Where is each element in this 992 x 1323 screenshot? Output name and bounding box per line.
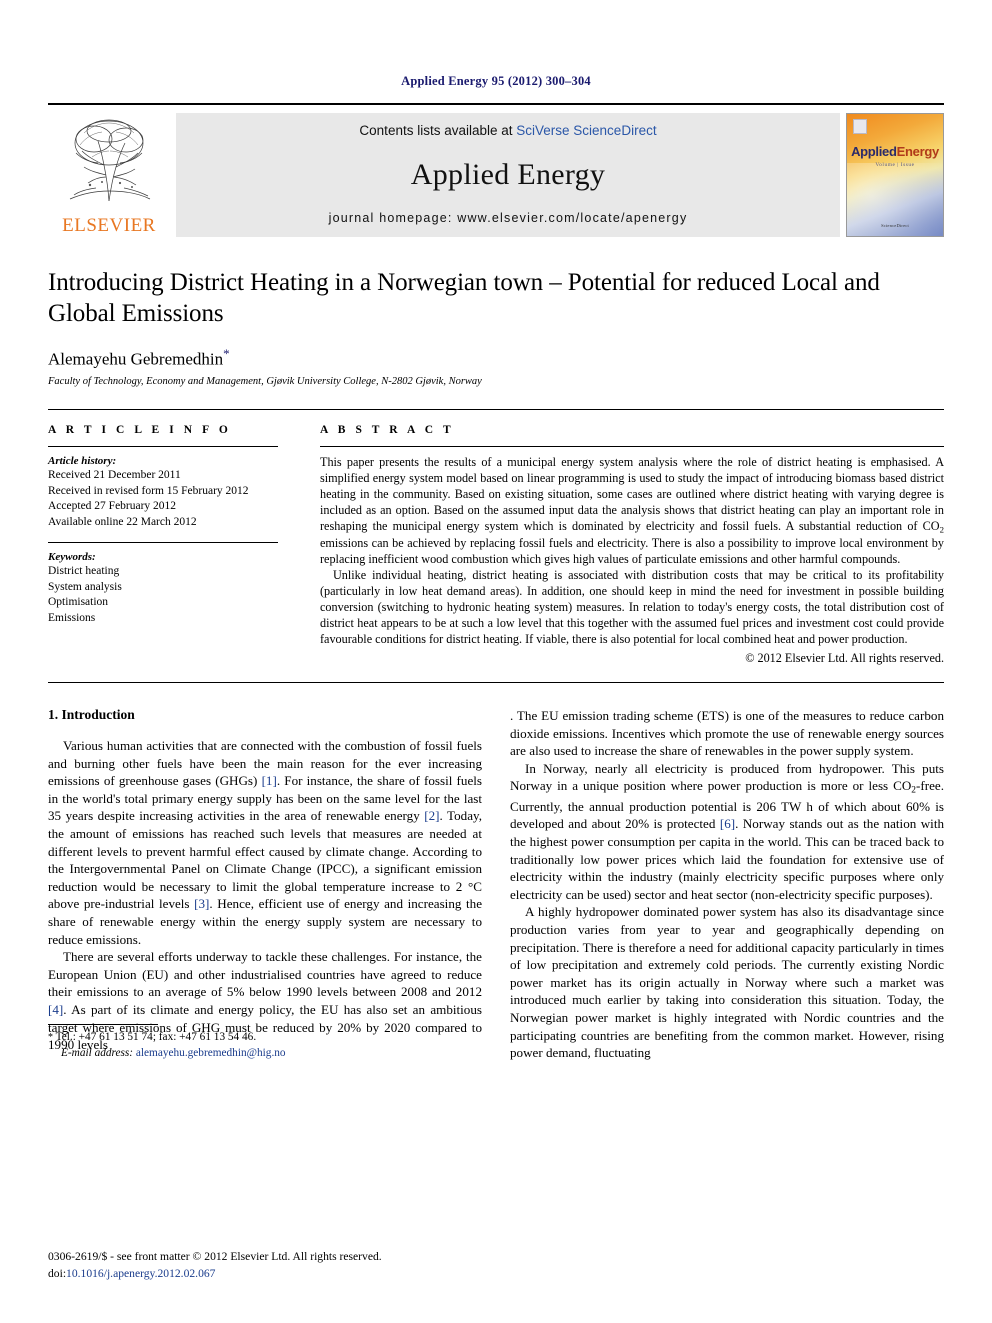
- doi-line: doi:10.1016/j.apenergy.2012.02.067: [48, 1266, 382, 1283]
- footnote-divider: [48, 1024, 158, 1026]
- email-address-link[interactable]: alemayehu.gebremedhin@hig.no: [136, 1047, 286, 1059]
- sciencedirect-link[interactable]: SciVerse ScienceDirect: [516, 123, 656, 138]
- article-info-divider: [48, 446, 278, 448]
- citation-ref-1[interactable]: [1]: [262, 773, 277, 788]
- keyword-item: System analysis: [48, 580, 122, 593]
- body-column-left: 1. Introduction Various human activities…: [48, 707, 482, 1062]
- citation-ref-4[interactable]: [4]: [48, 1002, 63, 1017]
- paper-page: Applied Energy 95 (2012) 300–304 ELSEVIE…: [0, 0, 992, 1323]
- footnote-area: * Tel.: +47 61 13 51 74; fax: +47 61 13 …: [48, 1024, 482, 1062]
- article-info-column: A R T I C L E I N F O Article history: R…: [48, 424, 300, 666]
- journal-homepage-line[interactable]: journal homepage: www.elsevier.com/locat…: [329, 211, 688, 225]
- author-name: Alemayehu Gebremedhin: [48, 349, 224, 369]
- imprint-block: 0306-2619/$ - see front matter © 2012 El…: [48, 1249, 382, 1283]
- journal-masthead: ELSEVIER Contents lists available at Sci…: [48, 103, 944, 237]
- keywords-divider: [48, 542, 278, 544]
- abstract-text-a: This paper presents the results of a mun…: [320, 455, 944, 534]
- cover-subtitle: Volume | Issue: [875, 162, 915, 168]
- cover-footer: ScienceDirect: [881, 223, 909, 228]
- doi-link[interactable]: 10.1016/j.apenergy.2012.02.067: [66, 1267, 215, 1280]
- body-column-right: . The EU emission trading scheme (ETS) i…: [510, 707, 944, 1062]
- doi-label: doi:: [48, 1267, 67, 1281]
- cover-title-applied: Applied: [851, 144, 897, 159]
- elsevier-wordmark: ELSEVIER: [62, 215, 156, 236]
- article-history-item: Accepted 27 February 2012: [48, 500, 177, 513]
- cover-title-energy: Energy: [896, 144, 940, 159]
- info-abstract-band: A R T I C L E I N F O Article history: R…: [48, 409, 944, 683]
- keywords-label: Keywords:: [48, 551, 96, 564]
- intro-p3-a: In Norway, nearly all electricity is pro…: [510, 760, 944, 794]
- footnote-tel-text: Tel.: +47 61 13 51 74; fax: +47 61 13 54…: [55, 1031, 257, 1044]
- abstract-paragraph: This paper presents the results of a mun…: [320, 455, 944, 568]
- cover-title: AppliedEnergy: [847, 144, 943, 159]
- email-address-label: E-mail address:: [61, 1047, 134, 1060]
- intro-paragraph-3: In Norway, nearly all electricity is pro…: [510, 760, 944, 904]
- abstract-co2-subscript: 2: [939, 524, 944, 535]
- article-history-item: Received in revised form 15 February 201…: [48, 484, 249, 497]
- keyword-item: Emissions: [48, 611, 96, 624]
- article-history-item: Received 21 December 2011: [48, 469, 181, 482]
- author-affiliation: Faculty of Technology, Economy and Manag…: [48, 376, 482, 388]
- page-title: Introducing District Heating in a Norweg…: [48, 269, 880, 328]
- elsevier-logo: ELSEVIER: [48, 113, 170, 237]
- keyword-item: District heating: [48, 565, 120, 578]
- intro-p2-a: There are several efforts underway to ta…: [48, 949, 482, 1000]
- copyright-line: © 2012 Elsevier Ltd. All rights reserved…: [745, 650, 944, 665]
- title-block: Introducing District Heating in a Norweg…: [48, 267, 944, 387]
- journal-title: Applied Energy: [410, 157, 606, 191]
- citation-ref-6[interactable]: [6]: [720, 816, 735, 831]
- footnote-email: E-mail address: alemayehu.gebremedhin@hi…: [48, 1046, 482, 1062]
- abstract-text-b: emissions can be achieved by replacing f…: [320, 536, 944, 567]
- keyword-item: Optimisation: [48, 596, 109, 609]
- intro-paragraph-2-cont: . The EU emission trading scheme (ETS) i…: [510, 707, 944, 759]
- journal-cover-thumbnail: AppliedEnergy Volume | Issue ScienceDire…: [846, 113, 944, 237]
- citation-ref-2[interactable]: [2]: [424, 808, 439, 823]
- cover-elsevier-icon: [853, 119, 867, 134]
- corresponding-author-marker: *: [223, 345, 230, 361]
- article-history-item: Available online 22 March 2012: [48, 515, 197, 528]
- article-info-heading: A R T I C L E I N F O: [48, 424, 232, 437]
- intro-paragraph-4: A highly hydropower dominated power syst…: [510, 904, 944, 1061]
- section-title-introduction: 1. Introduction: [48, 706, 135, 722]
- footnote-marker: *: [48, 1032, 53, 1044]
- contents-available-line: Contents lists available at SciVerse Sci…: [359, 123, 656, 138]
- elsevier-tree-icon: [54, 113, 164, 205]
- abstract-divider: [320, 446, 944, 448]
- footnote-telephone: * Tel.: +47 61 13 51 74; fax: +47 61 13 …: [48, 1030, 482, 1046]
- author-list: Alemayehu Gebremedhin*: [48, 346, 944, 370]
- issn-line: 0306-2619/$ - see front matter © 2012 El…: [48, 1250, 382, 1264]
- running-head: Applied Energy 95 (2012) 300–304: [401, 74, 591, 88]
- abstract-column: A B S T R A C T This paper presents the …: [300, 424, 944, 666]
- body-columns: 1. Introduction Various human activities…: [48, 707, 944, 1062]
- contents-prefix: Contents lists available at: [359, 123, 517, 138]
- article-history-label: Article history:: [48, 455, 117, 468]
- abstract-paragraph: Unlike individual heating, district heat…: [320, 568, 944, 646]
- citation-ref-3[interactable]: [3]: [194, 896, 209, 911]
- abstract-heading: A B S T R A C T: [320, 424, 455, 437]
- intro-paragraph-1: Various human activities that are connec…: [48, 737, 482, 948]
- masthead-center-panel: Contents lists available at SciVerse Sci…: [176, 113, 840, 237]
